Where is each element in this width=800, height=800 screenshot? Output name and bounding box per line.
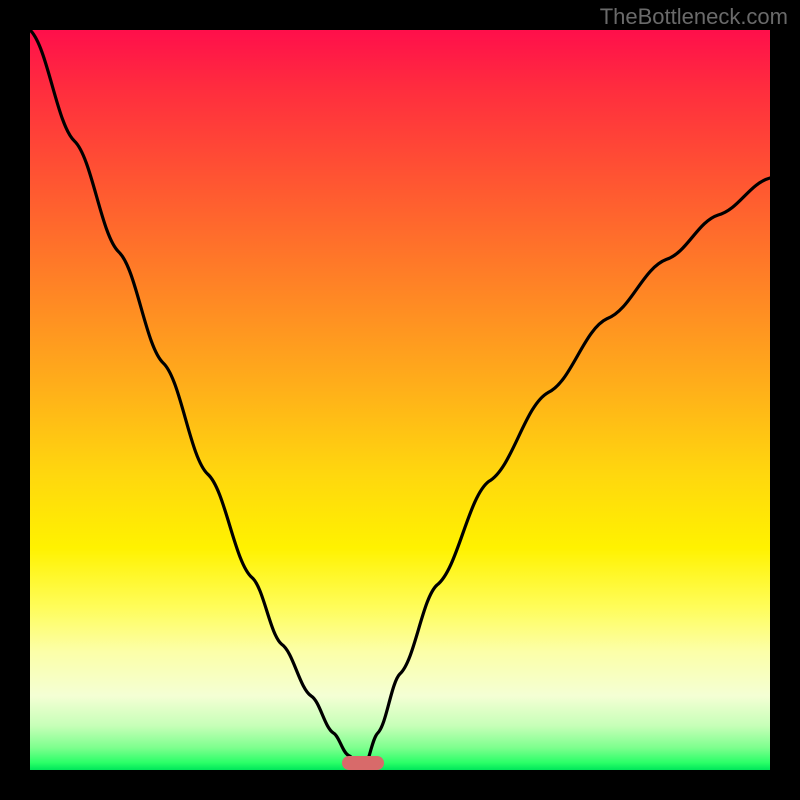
chart-frame: TheBottleneck.com <box>0 0 800 800</box>
left-curve <box>30 30 363 770</box>
plot-area <box>30 30 770 770</box>
watermark-text: TheBottleneck.com <box>600 4 788 30</box>
bottleneck-marker <box>342 756 384 770</box>
curves-svg <box>30 30 770 770</box>
right-curve <box>363 178 770 770</box>
